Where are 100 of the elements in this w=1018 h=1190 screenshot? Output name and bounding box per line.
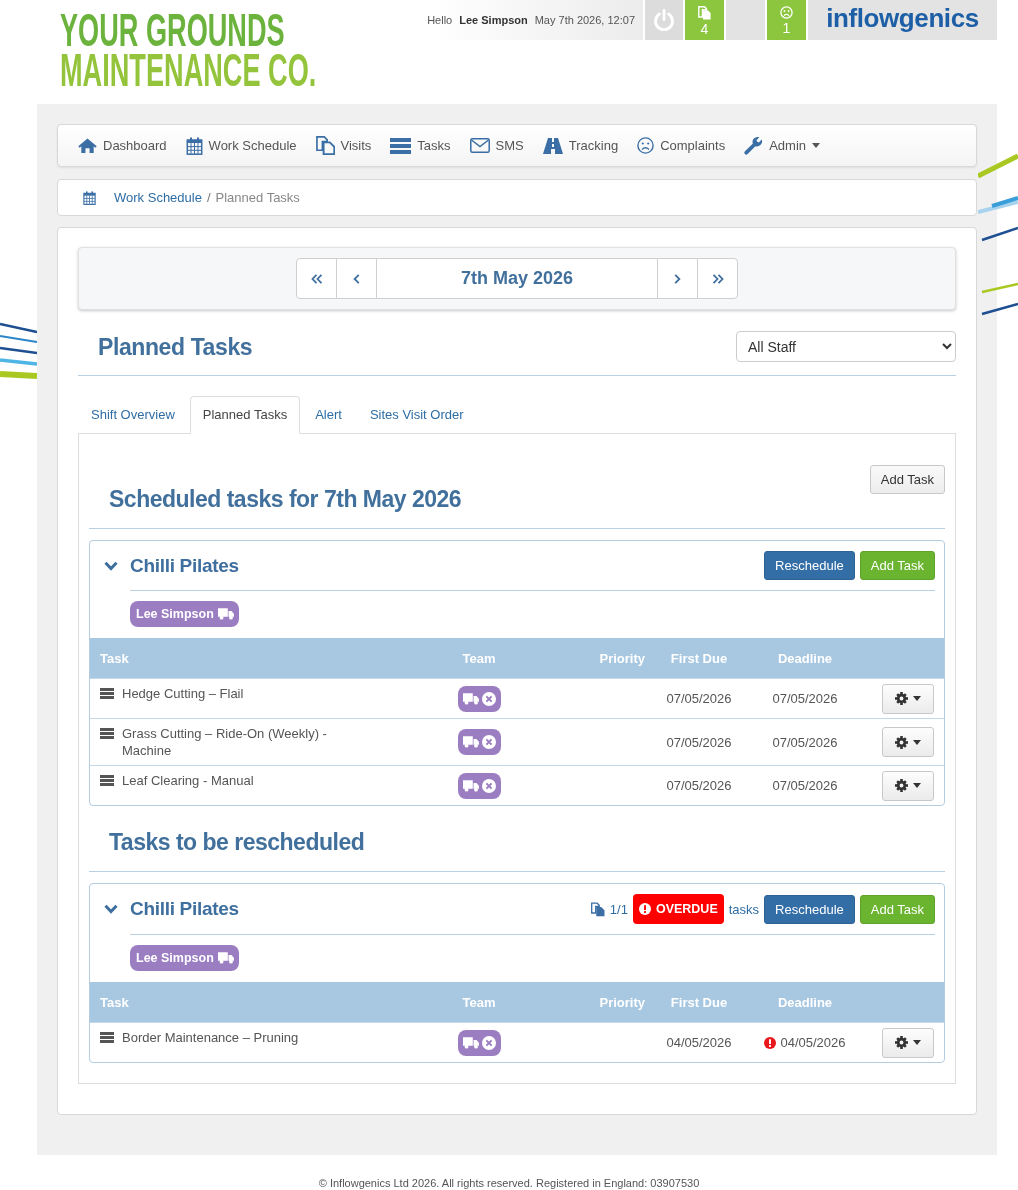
actions-dropdown-button[interactable]	[882, 727, 934, 757]
gear-icon	[895, 779, 908, 792]
tab[interactable]: Sites Visit Order	[356, 396, 477, 434]
files-icon	[698, 5, 711, 20]
status-text: OVERDUE	[655, 902, 718, 916]
truck-icon	[217, 952, 234, 964]
road-icon	[542, 137, 563, 154]
column-header: Task	[99, 994, 130, 1010]
files-icon	[315, 136, 335, 155]
site-name: Chilli Pilates	[130, 898, 239, 920]
tasks-label: tasks	[728, 901, 760, 917]
wrench-icon	[744, 136, 764, 155]
stacked-bars-icon	[100, 728, 114, 739]
deadline-date: 07/05/2026	[772, 778, 838, 793]
caret-icon	[913, 1040, 921, 1045]
task-count: 1/1	[609, 901, 628, 917]
chevron-icon[interactable]	[104, 904, 118, 914]
column-header: Task	[99, 650, 130, 666]
add-task-button[interactable]: Add Task	[869, 465, 945, 494]
stacked-bars-icon	[100, 688, 114, 699]
column-header: Deadline	[776, 650, 834, 666]
task-name: Hedge Cutting – Flail	[122, 685, 244, 702]
column-header: First Due	[669, 994, 729, 1010]
user-name: Lee Simpson	[459, 14, 528, 26]
first-due-date: 07/05/2026	[666, 778, 732, 793]
double-chevron-left-icon	[310, 273, 323, 284]
staff-name: Lee Simpson	[136, 607, 214, 621]
truck-icon	[462, 692, 479, 705]
actions-dropdown-button[interactable]	[882, 1027, 934, 1058]
nav-link[interactable]: Dashboard	[78, 138, 167, 153]
section-heading: Scheduled tasks for 7th May 2026	[109, 485, 462, 513]
stacked-bars-icon	[100, 1032, 114, 1043]
greeting-text: Hello	[427, 14, 453, 26]
tab[interactable]: Alert	[302, 396, 355, 434]
staff-filter-select[interactable]: All Staff	[736, 331, 956, 362]
column-header: Team	[461, 650, 497, 666]
close-icon[interactable]	[481, 735, 496, 749]
column-header: Priority	[598, 994, 646, 1010]
frown-icon	[637, 137, 655, 154]
nav-link[interactable]: SMS	[469, 138, 524, 153]
nav-link[interactable]: Visits	[315, 136, 372, 155]
close-icon[interactable]	[481, 778, 496, 793]
truck-icon	[462, 736, 479, 748]
footer-text: © Inflowgenics Ltd 2026. All rights reserved. Registered in England: 03907530	[318, 1177, 700, 1189]
stacked-bars-icon	[390, 137, 412, 154]
first-due-date: 07/05/2026	[666, 691, 732, 706]
gear-icon	[895, 1036, 908, 1049]
date-time: May 7th 2026, 12:07	[534, 14, 635, 26]
gear-icon	[895, 735, 908, 749]
envelope-icon	[469, 138, 490, 153]
calendar-icon	[185, 136, 203, 155]
task-name: Grass Cutting – Ride-On (Weekly) - Machine	[122, 725, 328, 759]
nav-link[interactable]: Admin	[744, 136, 821, 155]
power-icon	[653, 8, 675, 32]
nav-link[interactable]: Tracking	[542, 137, 619, 154]
nav-link[interactable]: Complaints	[637, 137, 726, 154]
close-icon[interactable]	[481, 1035, 496, 1050]
tab[interactable]: Planned Tasks	[189, 396, 301, 434]
deadline-date: 04/05/2026	[780, 1035, 846, 1050]
section-heading: Tasks to be rescheduled	[109, 828, 365, 856]
first-due-date: 04/05/2026	[666, 1035, 732, 1050]
panel-button[interactable]: Reschedule	[764, 894, 855, 924]
truck-icon	[217, 608, 234, 620]
tab[interactable]: Shift Overview	[78, 396, 188, 434]
site-name: Chilli Pilates	[130, 554, 239, 577]
staff-name: Lee Simpson	[136, 951, 214, 965]
nav-link[interactable]: Tasks	[390, 137, 451, 154]
deadline-date: 07/05/2026	[772, 734, 838, 750]
task-name: Border Maintenance – Pruning	[122, 1029, 299, 1046]
actions-dropdown-button[interactable]	[882, 770, 934, 801]
caret-icon	[913, 783, 921, 788]
deadline-date: 07/05/2026	[772, 691, 838, 706]
column-header: Priority	[598, 650, 646, 666]
gear-icon	[895, 692, 908, 705]
column-header: Deadline	[776, 994, 834, 1010]
actions-dropdown-button[interactable]	[882, 683, 934, 714]
breadcrumb-separator: /	[206, 190, 211, 205]
alert-icon	[638, 903, 651, 915]
company-logo: YOUR GROUNDS MAINTENANCE CO.	[60, 10, 318, 90]
files-icon	[590, 901, 605, 917]
stacked-bars-icon	[100, 775, 114, 786]
panel-button[interactable]: Reschedule	[764, 551, 855, 580]
chevron-icon[interactable]	[104, 561, 118, 571]
home-icon	[78, 138, 97, 153]
first-due-date: 07/05/2026	[666, 734, 732, 750]
page-title: Planned Tasks	[98, 334, 253, 361]
close-icon[interactable]	[481, 691, 496, 706]
caret-icon	[913, 696, 921, 701]
truck-icon	[462, 779, 479, 792]
date-picker-button[interactable]: 7th May 2026	[376, 258, 658, 299]
caret-icon	[913, 739, 921, 745]
chevron-right-icon	[674, 273, 681, 284]
breadcrumb-link[interactable]: Work Schedule	[114, 190, 202, 205]
truck-icon	[462, 1036, 479, 1049]
nav-link[interactable]: Work Schedule	[185, 136, 297, 155]
calendar-icon	[83, 190, 96, 205]
task-name: Leaf Clearing - Manual	[122, 772, 254, 789]
breadcrumb-current: Planned Tasks	[215, 190, 300, 205]
column-header: First Due	[669, 650, 729, 666]
chevron-left-icon	[353, 273, 360, 284]
